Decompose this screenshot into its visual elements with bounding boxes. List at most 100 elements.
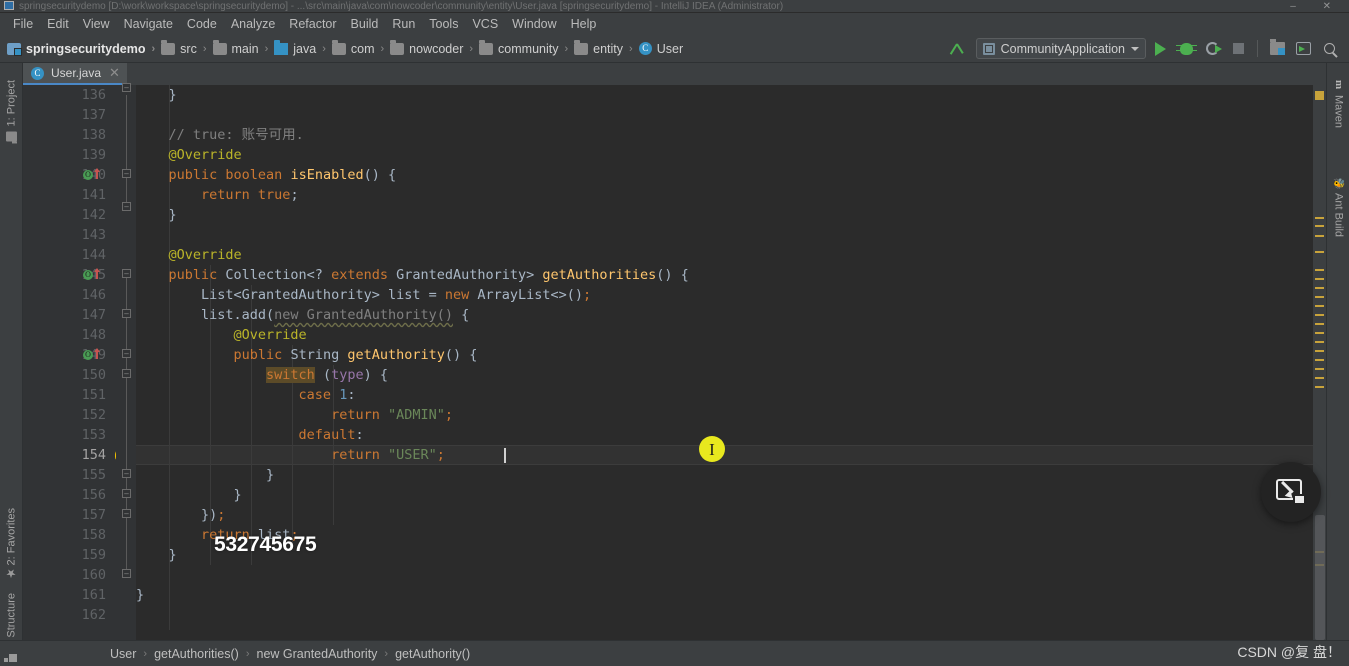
window-controls[interactable]: – ✕ (1290, 0, 1343, 12)
structure-crumb-getauthorities[interactable]: getAuthorities() (154, 647, 239, 661)
run-button[interactable] (1148, 37, 1172, 61)
stripe-mark[interactable] (1315, 359, 1324, 361)
sidebar-item-project[interactable]: 1: Project (0, 75, 23, 146)
breadcrumb-community[interactable]: community › (479, 39, 574, 56)
implementing-method-arrow-icon[interactable] (93, 267, 100, 279)
fold-marker-icon[interactable]: – (122, 369, 131, 378)
fold-marker-icon[interactable]: – (122, 202, 131, 211)
breadcrumb-label: springsecuritydemo (26, 41, 146, 56)
project-structure-button[interactable] (1265, 37, 1289, 61)
menu-item-analyze[interactable]: Analyze (224, 15, 282, 33)
editor-gutter[interactable]: 136 137 138 139 140 141 142 143 144 145 … (23, 85, 126, 640)
stop-button[interactable] (1226, 37, 1250, 61)
structure-crumb-getauthority[interactable]: getAuthority() (395, 647, 470, 661)
fold-marker-icon[interactable]: – (122, 469, 131, 478)
line-number: 147 (81, 307, 106, 323)
folder-icon (212, 39, 227, 55)
toolbar-actions: CommunityApplication (950, 37, 1349, 61)
run-icon (1154, 41, 1166, 56)
stripe-mark[interactable] (1315, 332, 1324, 334)
menu-item-navigate[interactable]: Navigate (117, 15, 180, 33)
sidebar-item-favorites[interactable]: ★ 2: Favorites (0, 503, 23, 585)
menu-item-window[interactable]: Window (505, 15, 563, 33)
fold-marker-icon[interactable]: – (122, 489, 131, 498)
stripe-mark[interactable] (1315, 287, 1324, 289)
editor-error-stripe[interactable] (1313, 85, 1326, 640)
stripe-mark[interactable] (1315, 235, 1324, 237)
breadcrumb-label: community (498, 41, 559, 56)
debug-button[interactable] (1174, 37, 1198, 61)
breadcrumb-main[interactable]: main › (212, 39, 275, 56)
editor-scrollbar-thumb[interactable] (1315, 515, 1325, 640)
menu-item-refactor[interactable]: Refactor (282, 15, 343, 33)
fold-marker-icon[interactable]: – (122, 569, 131, 578)
line-number: 136 (81, 87, 106, 103)
editor-tab-user-java[interactable]: User.java ✕ (23, 63, 127, 85)
menu-item-tools[interactable]: Tools (422, 15, 465, 33)
breadcrumb-label: User (656, 41, 684, 56)
search-everywhere-button[interactable] (1317, 37, 1341, 61)
code-line-139: @Override (136, 147, 242, 163)
menu-item-file[interactable]: File (6, 15, 40, 33)
menu-item-edit[interactable]: Edit (40, 15, 76, 33)
stripe-mark[interactable] (1315, 377, 1324, 379)
close-icon[interactable]: ✕ (109, 65, 120, 81)
fold-region-line (126, 95, 127, 207)
breadcrumb-nowcoder[interactable]: nowcoder › (390, 39, 479, 56)
spring-boot-icon (982, 42, 995, 55)
fold-marker-icon[interactable]: – (122, 309, 131, 318)
override-method-icon[interactable]: O (83, 170, 93, 180)
project-structure-icon (1269, 39, 1285, 55)
stripe-mark[interactable] (1315, 91, 1324, 100)
line-number: 142 (81, 207, 106, 223)
screen-capture-widget[interactable] (1261, 462, 1321, 522)
menu-item-view[interactable]: View (76, 15, 117, 33)
menu-item-build[interactable]: Build (344, 15, 386, 33)
menu-item-vcs[interactable]: VCS (465, 15, 505, 33)
source-folder-icon (274, 39, 289, 55)
override-method-icon[interactable]: O (83, 350, 93, 360)
sidebar-item-ant-build[interactable]: 🐝 Ant Build (1327, 173, 1349, 242)
editor-code-area[interactable]: } // true: 账号可用. @Override public boolea… (136, 85, 1313, 640)
breadcrumb-com[interactable]: com › (331, 39, 390, 56)
fold-marker-icon[interactable]: – (122, 169, 131, 178)
stripe-mark[interactable] (1315, 323, 1324, 325)
fold-marker-icon[interactable]: – (122, 269, 131, 278)
terminal-button[interactable] (1291, 37, 1315, 61)
structure-crumb-new-grantedauthority[interactable]: new GrantedAuthority (257, 647, 378, 661)
stripe-mark[interactable] (1315, 225, 1324, 227)
stripe-mark[interactable] (1315, 278, 1324, 280)
menu-item-help[interactable]: Help (564, 15, 604, 33)
run-configuration-selector[interactable]: CommunityApplication (975, 38, 1146, 59)
breadcrumb-entity[interactable]: entity › (574, 39, 639, 56)
stripe-mark[interactable] (1315, 217, 1324, 219)
breadcrumb-src[interactable]: src › (161, 39, 212, 56)
stripe-mark[interactable] (1315, 341, 1324, 343)
implementing-method-arrow-icon[interactable] (93, 347, 100, 359)
menu-item-run[interactable]: Run (385, 15, 422, 33)
stripe-mark[interactable] (1315, 269, 1324, 271)
implementing-method-arrow-icon[interactable] (93, 167, 100, 179)
stripe-mark[interactable] (1315, 251, 1324, 253)
fold-marker-icon[interactable]: – (122, 509, 131, 518)
fold-marker-icon[interactable]: – (122, 83, 131, 92)
structure-crumb-user[interactable]: User (110, 647, 136, 661)
star-icon: ★ (4, 566, 18, 581)
stripe-mark[interactable] (1315, 350, 1324, 352)
stripe-mark[interactable] (1315, 296, 1324, 298)
sidebar-item-maven[interactable]: m Maven (1327, 75, 1349, 133)
build-project-button[interactable] (950, 37, 974, 61)
stripe-mark[interactable] (1315, 305, 1324, 307)
stripe-mark[interactable] (1315, 368, 1324, 370)
editor-fold-column[interactable]: – – – – – – – – – – – (116, 83, 136, 640)
status-bar-layout-icon[interactable] (4, 651, 17, 662)
breadcrumb-java[interactable]: java › (274, 39, 332, 56)
override-method-icon[interactable]: O (83, 270, 93, 280)
breadcrumb-user[interactable]: User (638, 41, 684, 56)
stripe-mark[interactable] (1315, 386, 1324, 388)
stripe-mark[interactable] (1315, 314, 1324, 316)
fold-marker-icon[interactable]: – (122, 349, 131, 358)
breadcrumb-springsecuritydemo[interactable]: springsecuritydemo › (7, 42, 161, 56)
run-coverage-button[interactable] (1200, 37, 1224, 61)
menu-item-code[interactable]: Code (180, 15, 224, 33)
